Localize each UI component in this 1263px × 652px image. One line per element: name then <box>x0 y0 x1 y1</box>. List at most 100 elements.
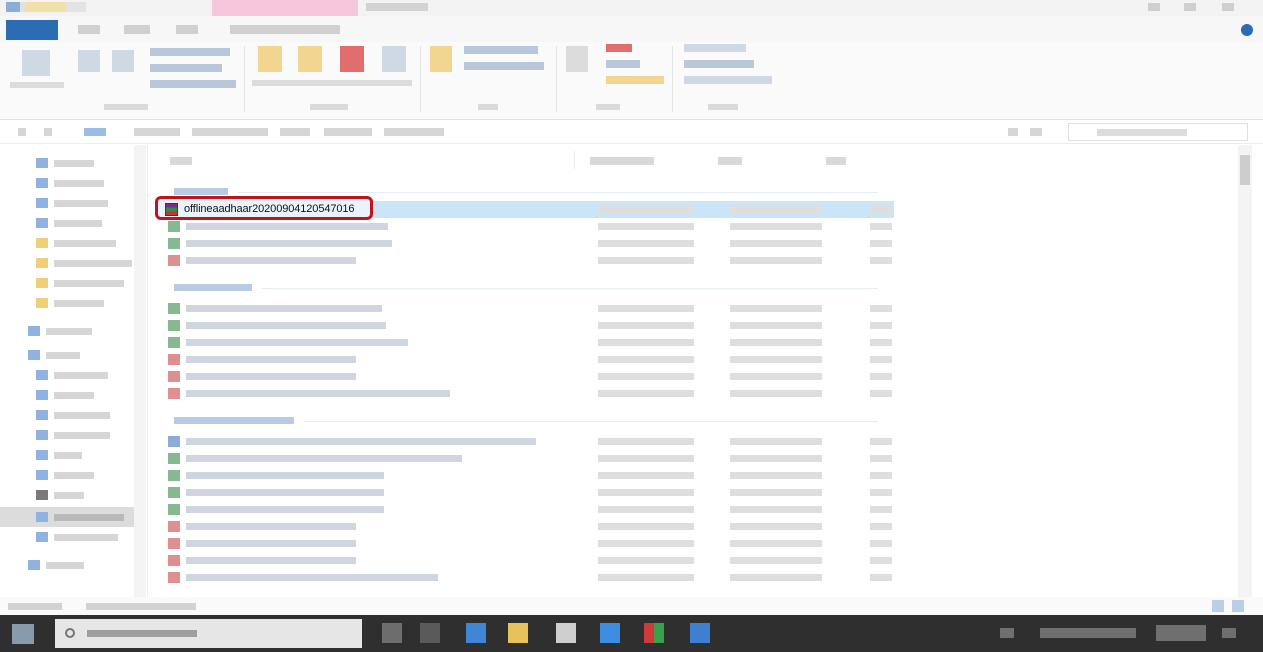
list-item[interactable] <box>164 535 894 552</box>
maximize-button[interactable] <box>1184 3 1196 11</box>
nav-item[interactable] <box>0 385 140 405</box>
forward-button[interactable] <box>44 128 52 136</box>
help-icon[interactable] <box>1241 24 1253 36</box>
list-item[interactable] <box>164 552 894 569</box>
up-folder-icon[interactable] <box>84 128 106 136</box>
list-item[interactable] <box>164 300 894 317</box>
windows-start-icon[interactable] <box>12 624 34 644</box>
list-item[interactable] <box>164 467 894 484</box>
list-item[interactable] <box>164 433 894 450</box>
edge-icon[interactable] <box>466 623 486 643</box>
nav-item[interactable] <box>0 293 140 313</box>
move-to-folder-icon[interactable] <box>258 46 282 72</box>
back-button[interactable] <box>18 128 26 136</box>
cut-button[interactable] <box>150 48 230 56</box>
taskbar-app-icon[interactable] <box>690 623 710 643</box>
pin-quick-access-icon[interactable] <box>22 50 50 76</box>
large-icons-view-icon[interactable] <box>1232 600 1244 612</box>
taskbar-app-icon[interactable] <box>420 623 440 643</box>
tray-chevron-icon[interactable] <box>1000 628 1014 638</box>
contextual-tool-tab[interactable] <box>212 0 358 16</box>
file-list-scrollbar[interactable] <box>1238 145 1252 597</box>
history-button[interactable] <box>606 76 664 84</box>
clock[interactable] <box>1156 625 1206 641</box>
store-icon[interactable] <box>556 623 576 643</box>
nav-scrollbar[interactable] <box>134 145 146 597</box>
tab-share[interactable] <box>124 25 150 34</box>
chevron-down-icon[interactable] <box>1008 128 1018 136</box>
list-item[interactable] <box>164 218 894 235</box>
column-header-type[interactable] <box>718 157 742 165</box>
highlighted-file-item[interactable]: offlineaadhaar20200904120547016 <box>155 196 373 220</box>
details-view-icon[interactable] <box>1212 600 1224 612</box>
breadcrumb-2[interactable] <box>192 128 268 136</box>
taskbar-app-icon[interactable] <box>644 623 664 643</box>
nav-item[interactable] <box>0 405 140 425</box>
list-item[interactable] <box>164 334 894 351</box>
select-all-button[interactable] <box>684 44 746 52</box>
quick-access-toolbar[interactable] <box>6 2 86 12</box>
easy-access-button[interactable] <box>464 62 544 70</box>
nav-item[interactable] <box>0 153 140 173</box>
breadcrumb-4[interactable] <box>324 128 372 136</box>
breadcrumb-3[interactable] <box>280 128 310 136</box>
paste-shortcut-button[interactable] <box>150 80 236 88</box>
nav-item[interactable] <box>0 213 140 233</box>
copy-icon[interactable] <box>78 50 100 72</box>
edit-button[interactable] <box>606 60 640 68</box>
nav-item[interactable] <box>0 365 140 385</box>
new-folder-icon[interactable] <box>430 46 452 72</box>
nav-item[interactable] <box>0 273 140 293</box>
list-item[interactable] <box>164 450 894 467</box>
tab-home[interactable] <box>78 25 100 34</box>
nav-item[interactable] <box>0 485 140 505</box>
taskbar-search-box[interactable] <box>55 619 362 648</box>
copy-path-button[interactable] <box>150 64 222 72</box>
nav-item[interactable] <box>0 555 140 575</box>
list-item[interactable] <box>164 501 894 518</box>
tab-file[interactable] <box>6 20 58 40</box>
tab-view[interactable] <box>176 25 198 34</box>
nav-item[interactable] <box>0 321 140 341</box>
list-item[interactable] <box>164 484 894 501</box>
scrollbar-thumb[interactable] <box>1240 155 1250 185</box>
breadcrumb-5[interactable] <box>384 128 444 136</box>
nav-item[interactable] <box>0 193 140 213</box>
close-button[interactable] <box>1222 3 1234 11</box>
nav-item[interactable] <box>0 253 140 273</box>
breadcrumb-1[interactable] <box>134 128 180 136</box>
mail-icon[interactable] <box>600 623 620 643</box>
notification-icon[interactable] <box>1222 628 1236 638</box>
column-header-date[interactable] <box>590 157 654 165</box>
tab-manage[interactable] <box>230 25 340 34</box>
system-tray-icons[interactable] <box>1040 628 1136 638</box>
list-item[interactable] <box>164 569 894 586</box>
minimize-button[interactable] <box>1148 3 1160 11</box>
list-item[interactable] <box>164 385 894 402</box>
refresh-icon[interactable] <box>1030 128 1042 136</box>
select-none-button[interactable] <box>684 60 754 68</box>
new-item-button[interactable] <box>464 46 538 54</box>
copy-to-folder-icon[interactable] <box>298 46 322 72</box>
nav-item[interactable] <box>0 233 140 253</box>
list-item[interactable] <box>164 368 894 385</box>
nav-item[interactable] <box>0 445 140 465</box>
delete-icon[interactable] <box>340 46 364 72</box>
properties-icon[interactable] <box>566 46 588 72</box>
nav-item-selected[interactable] <box>0 507 140 527</box>
list-item[interactable] <box>164 235 894 252</box>
rename-icon[interactable] <box>382 46 406 72</box>
list-item[interactable] <box>164 317 894 334</box>
list-item[interactable] <box>164 518 894 535</box>
search-input[interactable] <box>1068 123 1248 141</box>
column-header-size[interactable] <box>826 157 846 165</box>
nav-item[interactable] <box>0 173 140 193</box>
list-item[interactable] <box>164 351 894 368</box>
task-view-icon[interactable] <box>382 623 402 643</box>
list-item[interactable] <box>164 252 894 269</box>
open-button[interactable] <box>606 44 632 52</box>
column-header-name[interactable] <box>170 157 192 165</box>
file-explorer-icon[interactable] <box>508 623 528 643</box>
paste-icon[interactable] <box>112 50 134 72</box>
nav-item[interactable] <box>0 465 140 485</box>
